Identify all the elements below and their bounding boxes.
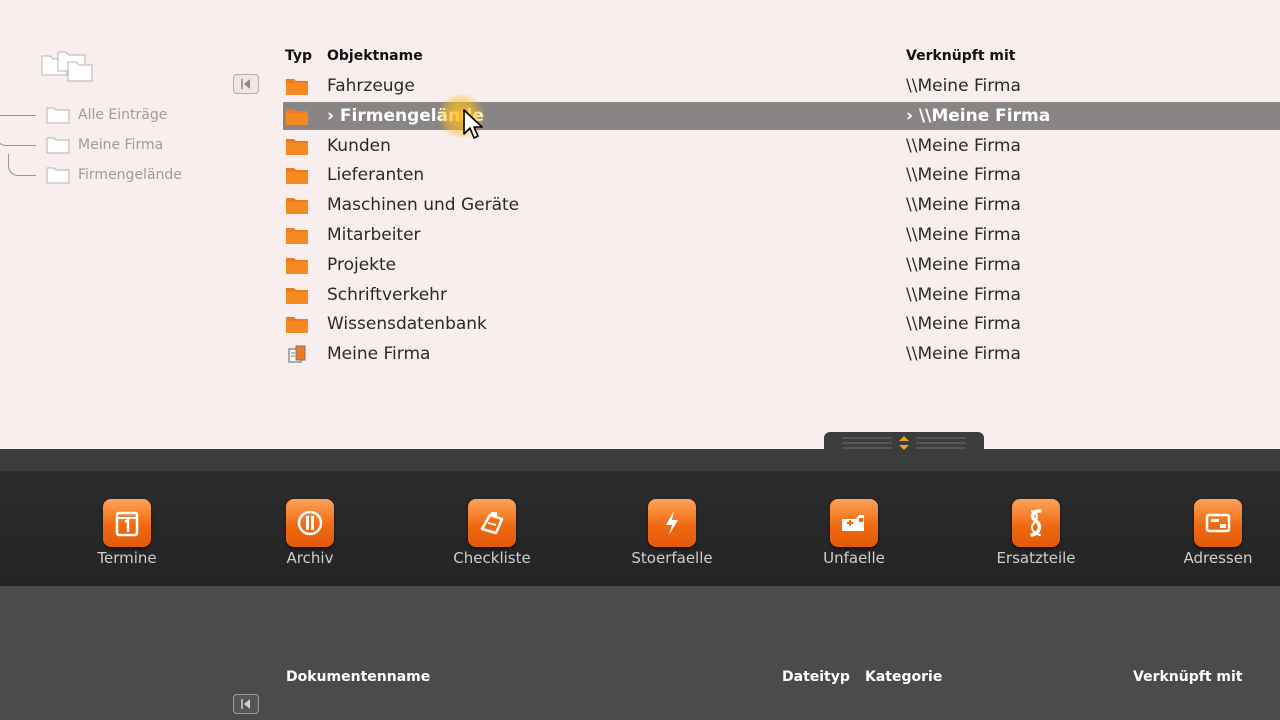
tree-item-label: Alle Einträge bbox=[78, 107, 168, 123]
toolbar-label: Termine bbox=[97, 549, 157, 567]
object-linked: \\Meine Firma bbox=[906, 165, 1021, 186]
toolbar-button-checkliste[interactable]: Checkliste bbox=[432, 499, 552, 567]
back-arrow-icon bbox=[241, 79, 250, 89]
address-book-icon bbox=[1194, 499, 1242, 547]
object-row[interactable]: Kunden \\Meine Firma bbox=[283, 132, 1280, 160]
folder-icon bbox=[286, 168, 308, 185]
column-header-document-name[interactable]: Dokumentenname bbox=[286, 669, 430, 685]
toolbar-button-termine[interactable]: Termine bbox=[67, 499, 187, 567]
ambulance-icon bbox=[830, 499, 878, 547]
folder-icon bbox=[286, 257, 308, 274]
back-arrow-icon bbox=[241, 699, 250, 709]
object-name: Lieferanten bbox=[327, 165, 425, 186]
object-linked: \\Meine Firma bbox=[906, 225, 1021, 245]
toolbar-label: Ersatzteile bbox=[996, 549, 1076, 567]
tree-item-firmengelaende[interactable]: Firmengelände bbox=[46, 164, 182, 186]
calendar-icon bbox=[103, 499, 151, 547]
document-panel: Dokumentenname Dateityp Kategorie Verknü… bbox=[0, 586, 1280, 720]
tree-item-alle-eintraege[interactable]: Alle Einträge bbox=[46, 104, 167, 126]
object-row[interactable]: Fahrzeuge \\Meine Firma bbox=[283, 72, 1280, 100]
column-header-filetype[interactable]: Dateityp bbox=[782, 669, 850, 685]
object-name: Meine Firma bbox=[327, 344, 431, 365]
mouse-cursor-icon bbox=[463, 109, 483, 139]
column-header-category[interactable]: Kategorie bbox=[865, 669, 942, 685]
spare-parts-icon bbox=[1012, 499, 1060, 547]
toolbar-label: Unfaelle bbox=[823, 549, 885, 567]
toolbar-label: Checkliste bbox=[453, 549, 531, 567]
object-linked: \\Meine Firma bbox=[906, 314, 1021, 335]
lightning-icon bbox=[648, 499, 696, 547]
object-name: Mitarbeiter bbox=[327, 225, 421, 245]
object-row[interactable]: Maschinen und Geräte \\Meine Firma bbox=[283, 191, 1280, 219]
module-toolbar: Termine Archiv Checkliste Stoerfaelle Un… bbox=[0, 471, 1280, 586]
folder-icon bbox=[286, 228, 308, 244]
tree-item-meine-firma[interactable]: Meine Firma bbox=[46, 134, 163, 156]
back-button[interactable] bbox=[233, 694, 259, 714]
toolbar-button-archiv[interactable]: Archiv bbox=[250, 499, 370, 567]
splitter-handle[interactable] bbox=[824, 432, 984, 454]
toolbar-label: Adressen bbox=[1183, 549, 1253, 567]
object-name: Wissensdatenbank bbox=[327, 314, 487, 335]
object-linked: \\Meine Firma bbox=[906, 254, 1021, 275]
tree-connector bbox=[0, 124, 36, 146]
tree-item-label: Firmengelände bbox=[78, 167, 182, 183]
toolbar-label: Archiv bbox=[286, 549, 334, 567]
folders-root-icon[interactable] bbox=[40, 48, 96, 84]
object-row[interactable]: Projekte \\Meine Firma bbox=[283, 251, 1280, 279]
object-linked: \\Meine Firma bbox=[906, 344, 1021, 365]
object-row[interactable]: Lieferanten \\Meine Firma bbox=[283, 161, 1280, 189]
folder-icon bbox=[286, 198, 308, 215]
object-linked: \\Meine Firma bbox=[906, 76, 1021, 96]
folder-icon bbox=[286, 79, 308, 95]
column-header-linked[interactable]: Verknüpft mit bbox=[906, 48, 1015, 64]
tree-item-label: Meine Firma bbox=[78, 137, 164, 153]
object-name: Schriftverkehr bbox=[327, 284, 447, 305]
folder-outline-icon bbox=[46, 137, 70, 154]
folder-icon bbox=[286, 287, 308, 304]
object-row[interactable]: Wissensdatenbank \\Meine Firma bbox=[283, 310, 1280, 338]
object-browser: Alle Einträge Meine Firma Firmengelände … bbox=[0, 0, 1280, 449]
toolbar-label: Stoerfaelle bbox=[631, 549, 713, 567]
object-name: Maschinen und Geräte bbox=[327, 195, 520, 216]
column-header-objectname[interactable]: Objektname bbox=[327, 48, 423, 64]
company-icon bbox=[288, 345, 306, 363]
object-linked: \\Meine Firma bbox=[906, 135, 1021, 156]
object-name: Projekte bbox=[327, 254, 397, 275]
folder-icon bbox=[286, 138, 308, 155]
object-row[interactable]: Meine Firma \\Meine Firma bbox=[283, 340, 1280, 368]
object-linked: \\Meine Firma bbox=[906, 284, 1021, 305]
toolbar-button-stoerfaelle[interactable]: Stoerfaelle bbox=[612, 499, 732, 567]
tree-connector bbox=[0, 94, 36, 116]
column-header-type[interactable]: Typ bbox=[285, 48, 312, 64]
checklist-icon bbox=[468, 499, 516, 547]
column-header-linked[interactable]: Verknüpft mit bbox=[1133, 669, 1242, 685]
resize-handle-icon bbox=[842, 436, 966, 450]
folder-icon bbox=[286, 317, 308, 334]
object-linked: \\Meine Firma bbox=[906, 195, 1021, 216]
toolbar-button-ersatzteile[interactable]: Ersatzteile bbox=[976, 499, 1096, 567]
object-row[interactable]: Schriftverkehr \\Meine Firma bbox=[283, 281, 1280, 309]
folder-outline-icon bbox=[46, 167, 70, 184]
folder-icon bbox=[286, 108, 308, 125]
toolbar-button-adressen[interactable]: Adressen bbox=[1158, 499, 1278, 567]
splitter-bar[interactable] bbox=[0, 449, 1280, 471]
folder-outline-icon bbox=[46, 107, 70, 124]
object-row[interactable]: Mitarbeiter \\Meine Firma bbox=[283, 221, 1280, 249]
object-name: Kunden bbox=[327, 135, 391, 156]
tree-connector bbox=[8, 154, 36, 176]
object-row[interactable]: › Firmengelände › \\Meine Firma bbox=[283, 101, 1280, 130]
object-linked: › \\Meine Firma bbox=[906, 105, 1051, 126]
archive-icon bbox=[286, 499, 334, 547]
object-name: Fahrzeuge bbox=[327, 76, 415, 96]
back-button[interactable] bbox=[233, 74, 259, 94]
toolbar-button-unfaelle[interactable]: Unfaelle bbox=[794, 499, 914, 567]
